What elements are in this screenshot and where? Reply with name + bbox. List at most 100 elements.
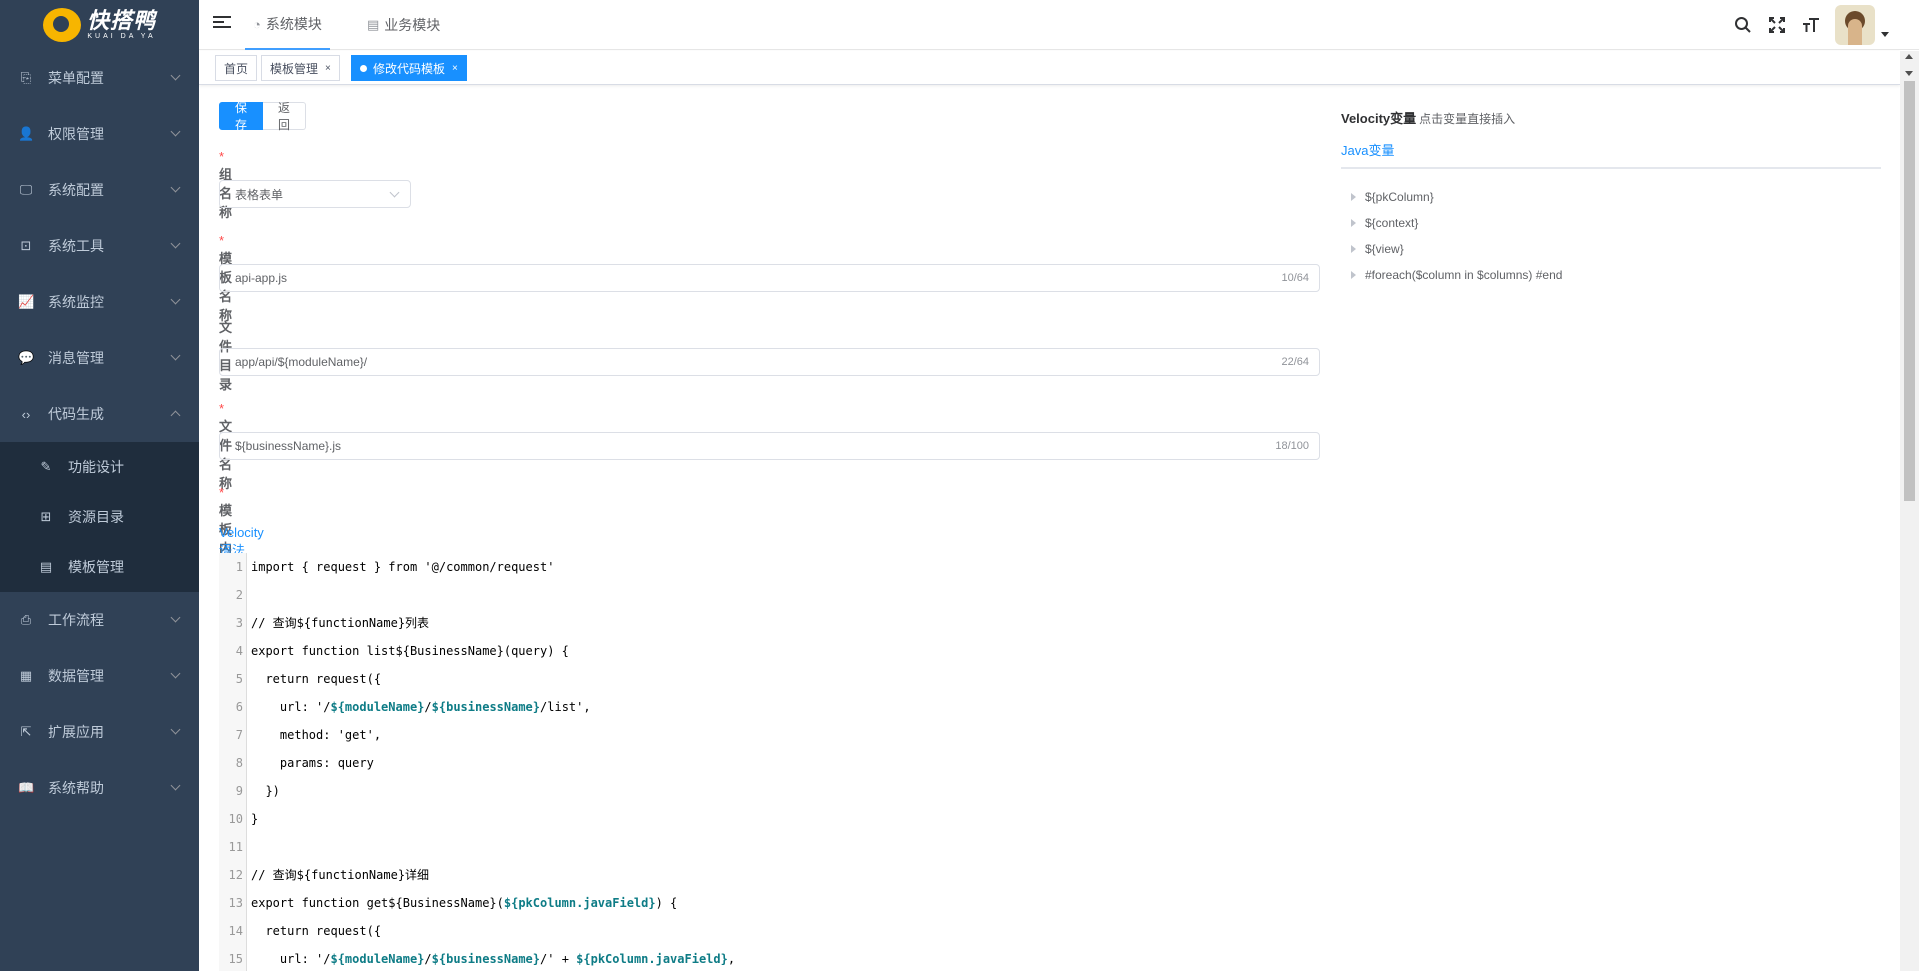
code-line: 12 // 查询${functionName}详细 <box>219 861 1320 889</box>
hamburger-icon[interactable] <box>213 16 231 34</box>
code-text: export function list${BusinessName}(quer… <box>251 644 569 658</box>
char-count: 18/100 <box>1275 440 1309 452</box>
sidebar-item[interactable]: ‹› 代码生成 <box>0 386 199 442</box>
code-line: 15 url: '/${moduleName}/${businessName}/… <box>219 945 1320 971</box>
code-text: export function get${BusinessName}(${pkC… <box>251 896 678 910</box>
close-icon[interactable]: × <box>325 63 331 74</box>
document-icon: ▤ <box>39 559 53 574</box>
chevron-down-icon <box>170 238 181 249</box>
file-name-value: ${businessName}.js <box>235 439 342 453</box>
code-line: 11 <box>219 833 1320 861</box>
sidebar-item[interactable]: 📖 系统帮助 <box>0 760 199 816</box>
sidebar-subitem[interactable]: ✎ 功能设计 <box>0 442 199 492</box>
sidebar-subitem-label: 功能设计 <box>68 459 124 475</box>
code-line: 5 return request({ <box>219 665 1320 693</box>
tag-template-manage[interactable]: 模板管理 × <box>261 55 340 81</box>
file-dir-input[interactable]: app/api/${moduleName}/ 22/64 <box>219 348 1320 376</box>
code-line: 14 return request({ <box>219 917 1320 945</box>
sidebar-item[interactable]: ⎙ 工作流程 <box>0 592 199 648</box>
velocity-variable-item[interactable]: ${pkColumn} <box>1351 190 1434 204</box>
sidebar-subitem-label: 资源目录 <box>68 509 124 525</box>
sidebar-item[interactable]: ⇱ 扩展应用 <box>0 704 199 760</box>
fullscreen-icon[interactable] <box>1767 15 1787 35</box>
code-text: }) <box>251 784 280 798</box>
sidebar-item-label: 消息管理 <box>48 350 104 366</box>
sidebar-item[interactable]: ▦ 数据管理 <box>0 648 199 704</box>
chevron-down-icon <box>170 294 181 305</box>
velocity-variable-item[interactable]: ${view} <box>1351 242 1404 256</box>
file-name-input[interactable]: ${businessName}.js 18/100 <box>219 432 1320 460</box>
sidebar-item[interactable]: ⊡ 系统工具 <box>0 218 199 274</box>
tab-business-module[interactable]: ▤ 业务模块 <box>359 0 448 50</box>
message-icon: 💬 <box>18 350 35 365</box>
logo[interactable]: 快搭鸭 KUAI DA YA <box>0 0 199 50</box>
vertical-scrollbar[interactable] <box>1900 51 1919 971</box>
code-line: 13 export function get${BusinessName}(${p… <box>219 889 1320 917</box>
line-number: 14 <box>228 924 243 938</box>
scroll-down-icon[interactable] <box>1905 71 1913 76</box>
chevron-down-icon[interactable] <box>1881 31 1889 37</box>
line-number: 2 <box>235 588 243 602</box>
line-number: 15 <box>228 952 243 966</box>
active-dot-icon <box>360 64 367 72</box>
code-text: import { request } from '@/common/reques… <box>251 560 555 574</box>
sidebar-item[interactable]: ⎘ 菜单配置 <box>0 50 199 106</box>
char-count: 22/64 <box>1281 356 1309 368</box>
velocity-variable-item[interactable]: ${context} <box>1351 216 1418 230</box>
line-number: 12 <box>228 868 243 882</box>
velocity-hint: 点击变量直接插入 <box>1419 112 1516 126</box>
code-text: method: 'get', <box>251 728 382 742</box>
sidebar-item[interactable]: 👤 权限管理 <box>0 106 199 162</box>
action-buttons: 保 存 返 回 <box>219 101 307 132</box>
template-name-input[interactable]: api-app.js 10/64 <box>219 264 1320 292</box>
group-select[interactable]: 表格表单 <box>219 180 411 208</box>
tags-view: 首页 模板管理 × 修改代码模板 × <box>199 51 1900 85</box>
velocity-title-text: Velocity变量 <box>1341 111 1417 126</box>
code-line: 9 }) <box>219 777 1320 805</box>
chevron-up-icon <box>170 410 181 421</box>
velocity-variable-label: #foreach($column in $columns) #end <box>1365 268 1563 282</box>
scrollbar-thumb[interactable] <box>1904 81 1915 501</box>
tag-edit-template[interactable]: 修改代码模板 × <box>351 55 467 81</box>
sidebar-item-label: 系统配置 <box>48 182 104 198</box>
code-line: 10} <box>219 805 1320 833</box>
sidebar-item[interactable]: 🖵 系统配置 <box>0 162 199 218</box>
tab-system-module[interactable]: ◔ 系统模块 <box>245 0 330 50</box>
sidebar: 快搭鸭 KUAI DA YA ⎘ 菜单配置 👤 权限管理 🖵 系统配置 ⊡ 系统工具 📈 系统监控… <box>0 0 199 971</box>
search-icon[interactable] <box>1733 15 1753 35</box>
chevron-down-icon <box>170 724 181 735</box>
sidebar-subitem[interactable]: ⊞ 资源目录 <box>0 492 199 542</box>
back-button[interactable]: 返 回 <box>263 101 307 132</box>
group-select-value: 表格表单 <box>235 187 284 202</box>
font-size-icon[interactable] <box>1801 15 1821 35</box>
line-number: 8 <box>235 756 243 770</box>
velocity-variable-item[interactable]: #foreach($column in $columns) #end <box>1351 268 1562 282</box>
code-text: return request({ <box>251 924 382 938</box>
code-editor[interactable]: 1 import { request } from '@/common/reque… <box>219 553 1320 971</box>
line-number: 9 <box>235 784 243 798</box>
user-permission-icon: 👤 <box>18 126 35 141</box>
dashboard-icon: ◔ <box>253 16 261 32</box>
code-text: // 查询${functionName}列表 <box>251 616 430 630</box>
line-number: 3 <box>235 616 243 630</box>
chevron-down-icon <box>170 182 181 193</box>
scroll-up-icon[interactable] <box>1905 54 1913 59</box>
tab-java-variables[interactable]: Java变量 <box>1341 140 1395 169</box>
tab-divider <box>1341 167 1881 169</box>
close-icon[interactable]: × <box>452 63 458 74</box>
sidebar-item[interactable]: 💬 消息管理 <box>0 330 199 386</box>
avatar[interactable] <box>1835 5 1875 45</box>
sidebar-item[interactable]: 📈 系统监控 <box>0 274 199 330</box>
code-line: 4 export function list${BusinessName}(que… <box>219 637 1320 665</box>
tag-home[interactable]: 首页 <box>215 55 258 81</box>
chart-monitor-icon: 📈 <box>18 294 35 309</box>
code-text: url: '/${moduleName}/${businessName}/' +… <box>251 952 736 966</box>
book-icon: 📖 <box>18 780 35 795</box>
sidebar-item-label: 系统工具 <box>48 238 104 254</box>
line-number: 5 <box>235 672 243 686</box>
sidebar-item-label: 系统监控 <box>48 294 104 310</box>
save-button[interactable]: 保 存 <box>219 101 264 132</box>
sidebar-subitem[interactable]: ▤ 模板管理 <box>0 542 199 592</box>
chevron-down-icon <box>389 187 400 198</box>
file-dir-value: app/api/${moduleName}/ <box>235 355 368 369</box>
